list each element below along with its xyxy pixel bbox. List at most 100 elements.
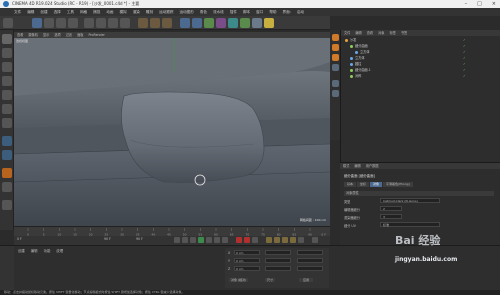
viewport-menu-item[interactable]: 显示 — [43, 32, 49, 38]
content-browser-icon[interactable] — [332, 44, 339, 51]
material-menu-item[interactable]: 创建 — [18, 248, 25, 253]
objmgr-menu-item[interactable]: 查看 — [367, 30, 373, 36]
tab-object[interactable]: 对象 — [370, 182, 383, 187]
texture-mode-icon[interactable] — [2, 62, 12, 72]
render-subdivision-field[interactable]: 3 — [380, 214, 402, 219]
menu-item[interactable]: 模拟 — [120, 8, 127, 16]
material-menu-item[interactable]: 编辑 — [31, 248, 38, 253]
y-axis-icon[interactable] — [96, 18, 106, 28]
cushion-object[interactable] — [121, 91, 265, 183]
render-picture-viewer-icon[interactable] — [150, 18, 160, 28]
coord-y-field[interactable]: 0 cm — [234, 258, 260, 263]
object-row[interactable]: 圆柱 ✓ — [350, 62, 466, 67]
make-editable-icon[interactable] — [2, 34, 12, 44]
subdivision-icon[interactable] — [204, 18, 214, 28]
layers-icon[interactable] — [332, 64, 339, 71]
scale-key-icon[interactable] — [274, 237, 280, 243]
structure-icon[interactable] — [332, 54, 339, 61]
viewport-menu-item[interactable]: 面板 — [77, 32, 83, 38]
menu-item[interactable]: 流水线 — [213, 8, 224, 16]
timeline-menu-icon[interactable] — [312, 237, 318, 243]
visibility-check-icon[interactable]: ✓ — [463, 74, 466, 79]
keyframe-selection-icon[interactable] — [252, 237, 258, 243]
rot-p-field[interactable] — [297, 258, 323, 263]
deformer-icon[interactable] — [228, 18, 238, 28]
menu-item[interactable]: 脚本 — [243, 8, 250, 16]
object-row[interactable]: 立方体 ✓ — [350, 56, 466, 61]
scale-icon[interactable] — [56, 18, 66, 28]
size-x-field[interactable] — [265, 250, 291, 255]
coord-x-field[interactable]: 0 cm — [234, 250, 260, 255]
attr-menu-item[interactable]: 编辑 — [354, 163, 360, 169]
pla-key-icon[interactable] — [298, 237, 304, 243]
lock-workplane-icon[interactable] — [2, 182, 12, 192]
menu-item[interactable]: 选择 — [54, 8, 61, 16]
apply-button[interactable]: 应用 — [299, 278, 314, 282]
record-icon[interactable] — [236, 237, 242, 243]
rotate-icon[interactable] — [68, 18, 78, 28]
material-menu-item[interactable]: 功能 — [44, 248, 51, 253]
coord-z-field[interactable]: 0 cm — [234, 266, 260, 271]
object-row[interactable]: 沙发 ✓ — [345, 38, 466, 43]
perspective-viewport[interactable]: 查看 摄像机 显示 选项 过滤 面板 ProRender 透视视图 网格间距 :… — [14, 32, 330, 226]
objmgr-menu-item[interactable]: 书签 — [401, 30, 407, 36]
menu-item[interactable]: 工具 — [67, 8, 74, 16]
size-y-field[interactable] — [265, 258, 291, 263]
axis-mode-icon[interactable] — [2, 136, 12, 146]
z-axis-icon[interactable] — [108, 18, 118, 28]
coordinate-system-icon[interactable] — [120, 18, 130, 28]
attr-menu-item[interactable]: 用户数据 — [366, 163, 379, 169]
rotation-key-icon[interactable] — [282, 237, 288, 243]
viewport-menu-item[interactable]: 选项 — [54, 32, 60, 38]
object-row[interactable]: 细分曲面 ✓ — [350, 44, 466, 49]
timeline-ruler[interactable]: 0 5 10 15 20 25 30 35 40 45 50 55 60 65 70 75 80 85 90 0 F — [14, 226, 330, 237]
visibility-check-icon[interactable]: ✓ — [463, 62, 466, 67]
x-axis-icon[interactable] — [84, 18, 94, 28]
menu-item[interactable]: 网格 — [80, 8, 87, 16]
menu-item[interactable]: 文件 — [14, 8, 21, 16]
render-settings-icon[interactable] — [162, 18, 172, 28]
prev-key-icon[interactable] — [182, 237, 188, 243]
end-frame-field[interactable]: 90 F — [104, 237, 111, 241]
objmgr-menu-item[interactable]: 标签 — [390, 30, 396, 36]
viewport-menu-item[interactable]: ProRender — [88, 32, 104, 38]
tab-basic[interactable]: 基本 — [344, 182, 357, 187]
type-select[interactable]: Catmull-Clark (N-Gons) — [380, 198, 440, 203]
minimize-button[interactable]: – — [465, 0, 468, 8]
menu-item[interactable]: 角色 — [200, 8, 207, 16]
start-frame-field[interactable]: 0 F — [17, 237, 22, 241]
edges-mode-icon[interactable] — [2, 104, 12, 114]
menu-item[interactable]: 编辑 — [27, 8, 34, 16]
next-key-icon[interactable] — [214, 237, 220, 243]
menu-item[interactable]: 窗口 — [256, 8, 263, 16]
scene-icon[interactable] — [240, 18, 250, 28]
parameter-key-icon[interactable] — [290, 237, 296, 243]
visibility-check-icon[interactable]: ✓ — [463, 50, 466, 55]
prev-frame-icon[interactable] — [190, 237, 196, 243]
layer-manager-icon[interactable] — [332, 90, 339, 97]
visibility-check-icon[interactable]: ✓ — [463, 44, 466, 49]
max-frame-field[interactable]: 90 F — [136, 237, 143, 241]
attributes-tab-icon[interactable] — [332, 80, 339, 87]
snap-icon[interactable] — [2, 168, 12, 178]
menu-item[interactable]: 雕刻 — [146, 8, 153, 16]
menu-item[interactable]: 渲染 — [133, 8, 140, 16]
material-menu-item[interactable]: 纹理 — [56, 248, 63, 253]
menu-item[interactable]: 运动跟踪 — [159, 8, 173, 16]
go-to-start-icon[interactable] — [174, 237, 180, 243]
object-row[interactable]: 对称 ✓ — [350, 74, 466, 79]
tweak-mode-icon[interactable] — [2, 150, 12, 160]
workplane-icon[interactable] — [2, 76, 12, 86]
maximize-button[interactable]: □ — [477, 0, 482, 8]
model-mode-icon[interactable] — [2, 48, 12, 58]
objmgr-menu-item[interactable]: 对象 — [378, 30, 384, 36]
attr-menu-item[interactable]: 模式 — [343, 163, 349, 169]
objmgr-menu-item[interactable]: 文件 — [344, 30, 350, 36]
menu-item[interactable]: 捕捉 — [93, 8, 100, 16]
size-select[interactable]: 尺寸 — [265, 278, 276, 282]
undo-icon[interactable] — [3, 18, 13, 28]
rot-h-field[interactable] — [297, 250, 323, 255]
viewport-menu-item[interactable]: 过滤 — [66, 32, 72, 38]
menu-item[interactable]: 动画 — [106, 8, 113, 16]
close-button[interactable]: × — [492, 0, 496, 8]
